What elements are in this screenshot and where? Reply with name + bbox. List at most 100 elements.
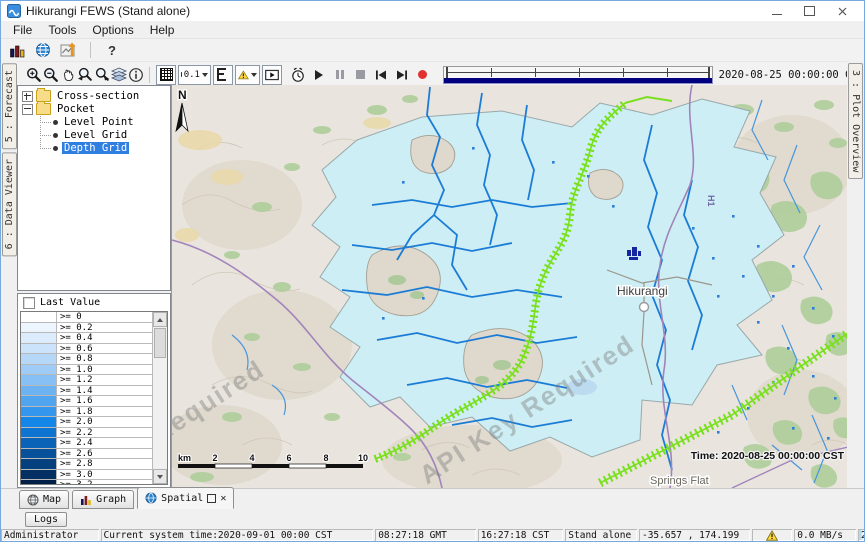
legend-color-swatch — [21, 449, 57, 459]
legend-color-swatch — [21, 323, 57, 333]
legend-row[interactable]: >= 1.8 — [21, 407, 152, 418]
close-button[interactable] — [837, 6, 848, 17]
tab-map[interactable]: Map — [19, 490, 69, 509]
timeline-slider[interactable] — [443, 66, 713, 84]
svg-text:10: 10 — [358, 453, 368, 463]
status-coordinates: -35.657 , 174.199 — [639, 529, 750, 541]
layers-icon — [111, 67, 127, 83]
zoom-in-button[interactable] — [25, 65, 42, 85]
tab-graph[interactable]: Graph — [72, 490, 134, 509]
status-system-time: Current system time:2020-09-01 00:00 CST — [101, 529, 374, 541]
tree-node-depth-grid[interactable]: Depth Grid — [22, 142, 170, 154]
tab-data-viewer[interactable]: 6 : Data Viewer — [2, 152, 17, 256]
map-time-label: Time: 2020-08-25 00:00:00 CST — [691, 450, 845, 462]
menu-file[interactable]: File — [5, 23, 40, 37]
pause-button[interactable] — [330, 65, 349, 85]
tree-connector — [40, 138, 51, 149]
layers-button[interactable] — [110, 65, 127, 85]
scroll-down-button[interactable] — [153, 469, 167, 484]
last-value-checkbox[interactable] — [23, 297, 35, 309]
legend-row[interactable]: >= 2.2 — [21, 428, 152, 439]
info-button[interactable] — [127, 65, 144, 85]
legend-row[interactable]: >= 1.6 — [21, 396, 152, 407]
warning-icon — [238, 69, 249, 81]
right-dock-strip: 3 : Plot Overview — [847, 60, 864, 529]
legend-row[interactable]: >= 3.0 — [21, 470, 152, 481]
maximize-panel-icon[interactable] — [207, 494, 216, 503]
tab-plot-overview[interactable]: 3 : Plot Overview — [848, 63, 863, 179]
pan-button[interactable] — [59, 65, 76, 85]
tree-node-pocket[interactable]: Pocket — [22, 103, 170, 115]
boxed-play-icon — [265, 69, 279, 81]
legend-threshold-label: >= 3.2 — [57, 480, 152, 484]
thresholds-dropdown[interactable] — [235, 65, 260, 85]
collapse-icon[interactable] — [22, 104, 33, 115]
legend-row[interactable]: >= 2.0 — [21, 417, 152, 428]
play-button[interactable] — [310, 65, 329, 85]
toolbar-separator — [90, 42, 91, 58]
legend-row[interactable]: >= 1.2 — [21, 375, 152, 386]
timer-icon — [290, 67, 306, 83]
svg-text:6: 6 — [286, 453, 291, 463]
logs-panel-button[interactable] — [7, 40, 27, 60]
layer-bullet-icon — [53, 120, 58, 125]
legend-row[interactable]: >= 2.4 — [21, 438, 152, 449]
tab-forecast[interactable]: 5 : Forecast — [2, 63, 17, 149]
expand-icon[interactable] — [22, 91, 33, 102]
layer-bullet-icon — [53, 133, 58, 138]
close-panel-icon[interactable]: ✕ — [220, 495, 226, 502]
skip-to-end-button[interactable] — [393, 65, 412, 85]
legend-row[interactable]: >= 2.6 — [21, 449, 152, 460]
scrollbar-thumb[interactable] — [154, 328, 166, 358]
stop-button[interactable] — [351, 65, 370, 85]
skip-to-start-button[interactable] — [372, 65, 391, 85]
menu-options[interactable]: Options — [84, 23, 141, 37]
legend-row[interactable]: >= 0.2 — [21, 323, 152, 334]
legend-table: >= 0>= 0.2>= 0.4>= 0.6>= 0.8>= 1.0>= 1.2… — [20, 311, 168, 485]
record-movie-button[interactable] — [413, 65, 432, 85]
zoom-previous-button[interactable] — [76, 65, 93, 85]
animation-window-button[interactable] — [262, 65, 282, 85]
grid-display-button[interactable] — [156, 65, 176, 85]
zoom-next-button[interactable] — [93, 65, 110, 85]
legend-row[interactable]: >= 0.4 — [21, 333, 152, 344]
timeline-track[interactable] — [443, 66, 713, 78]
legend-row[interactable]: >= 0.6 — [21, 344, 152, 355]
legend-row[interactable]: >= 0.8 — [21, 354, 152, 365]
help-button[interactable]: ? — [102, 43, 122, 58]
logs-button[interactable]: Logs — [25, 512, 67, 527]
classbreaks-dropdown[interactable]: 0.1 — [178, 65, 211, 85]
map-display-button[interactable] — [33, 40, 53, 60]
legend-row[interactable]: >= 1.0 — [21, 365, 152, 376]
legend-row[interactable]: >= 2.8 — [21, 459, 152, 470]
status-warning-cell[interactable] — [752, 529, 792, 541]
maximize-button[interactable] — [804, 6, 815, 17]
map-canvas[interactable]: API Key Required API Key Required Hikura… — [171, 85, 848, 488]
legend-color-swatch — [21, 396, 57, 406]
minimize-button[interactable] — [771, 6, 782, 17]
vertical-profile-button[interactable] — [213, 65, 233, 85]
map-globe-icon — [27, 494, 39, 506]
spatial-display-button[interactable] — [59, 40, 79, 60]
legend-row[interactable]: >= 1.4 — [21, 386, 152, 397]
timeline-start-handle[interactable] — [446, 67, 448, 78]
legend-threshold-label: >= 0.8 — [57, 354, 152, 364]
app-logo-icon — [7, 4, 21, 18]
legend-scrollbar[interactable] — [152, 312, 167, 484]
timeline-end-handle[interactable] — [708, 67, 710, 78]
animation-settings-button[interactable] — [289, 65, 308, 85]
status-user: Administrator — [1, 529, 99, 541]
title-bar[interactable]: Hikurangi FEWS (Stand alone) — [1, 1, 864, 21]
legend-row[interactable]: >= 0 — [21, 312, 152, 323]
tab-spatial[interactable]: Spatial ✕ — [137, 487, 234, 509]
legend-threshold-label: >= 2.2 — [57, 428, 152, 438]
zoom-out-button[interactable] — [42, 65, 59, 85]
legend-color-swatch — [21, 312, 57, 322]
status-memory-gauge[interactable]: 2.5 GB — [858, 529, 864, 541]
menu-tools[interactable]: Tools — [40, 23, 84, 37]
scroll-up-button[interactable] — [153, 312, 167, 327]
svg-text:4: 4 — [249, 453, 254, 463]
legend-row[interactable]: >= 3.2 — [21, 480, 152, 484]
menu-help[interactable]: Help — [142, 23, 183, 37]
skip-start-icon — [375, 70, 387, 80]
